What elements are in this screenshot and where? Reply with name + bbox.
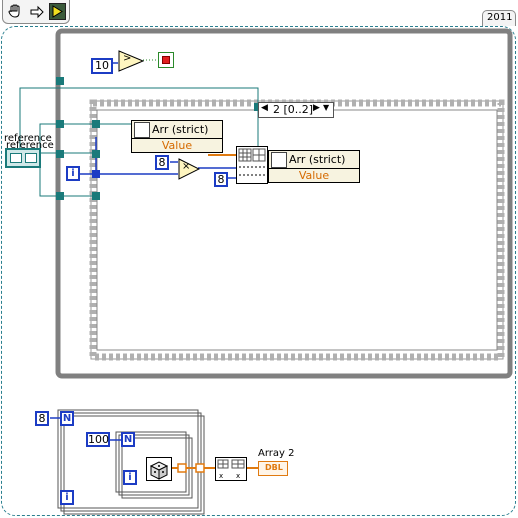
case-left-arrow[interactable]: ◀ [261,103,268,113]
stop-terminal-icon[interactable] [158,52,174,68]
case-selector[interactable]: ◀ 2 [0..2] ▶ ▼ [258,102,334,118]
inner-count-constant[interactable]: 100 [86,432,110,447]
indicator-label: Array 2 [258,448,295,459]
while-iteration-terminal: i [66,166,80,181]
property-node-1-value: Value [161,139,193,152]
multiply-constant[interactable]: 8 [155,155,169,170]
wire-layer [19,28,513,515]
reference-control[interactable] [5,148,41,168]
inner-n-terminal: N [121,432,135,447]
compare-symbol: > [123,53,132,64]
while-count-constant[interactable]: 10 [91,58,113,74]
build-array-node: xx [215,457,247,481]
svg-text:x: x [236,472,240,480]
case-right-arrow[interactable]: ▶ [313,103,320,113]
array-indicator[interactable]: DBL [258,461,288,476]
svg-text:x: x [219,472,223,480]
outer-i-terminal: i [60,490,74,505]
inner-i-terminal: i [123,470,137,485]
property-node-icon [271,151,287,168]
reshape-constant[interactable]: 8 [214,172,228,187]
greater-than-node: > [118,50,145,72]
multiply-node: × [178,158,201,180]
property-node-2-value: Value [298,169,330,182]
outer-n-terminal: N [60,411,74,426]
multiply-symbol: × [182,161,191,172]
outer-count-constant[interactable]: 8 [35,411,49,426]
property-node-1-property: Arr (strict) [152,123,209,136]
property-node-icon [134,121,150,138]
property-node-1[interactable]: Arr (strict) Value [131,120,223,153]
random-number-dice-icon [146,457,172,481]
reshape-array-node [236,146,268,184]
property-node-2[interactable]: Arr (strict) Value [268,150,360,183]
property-node-2-property: Arr (strict) [289,153,346,166]
case-selector-label: 2 [0..2] [273,103,314,116]
case-dropdown-arrow[interactable]: ▼ [323,103,329,112]
indicator-type: DBL [265,463,283,472]
